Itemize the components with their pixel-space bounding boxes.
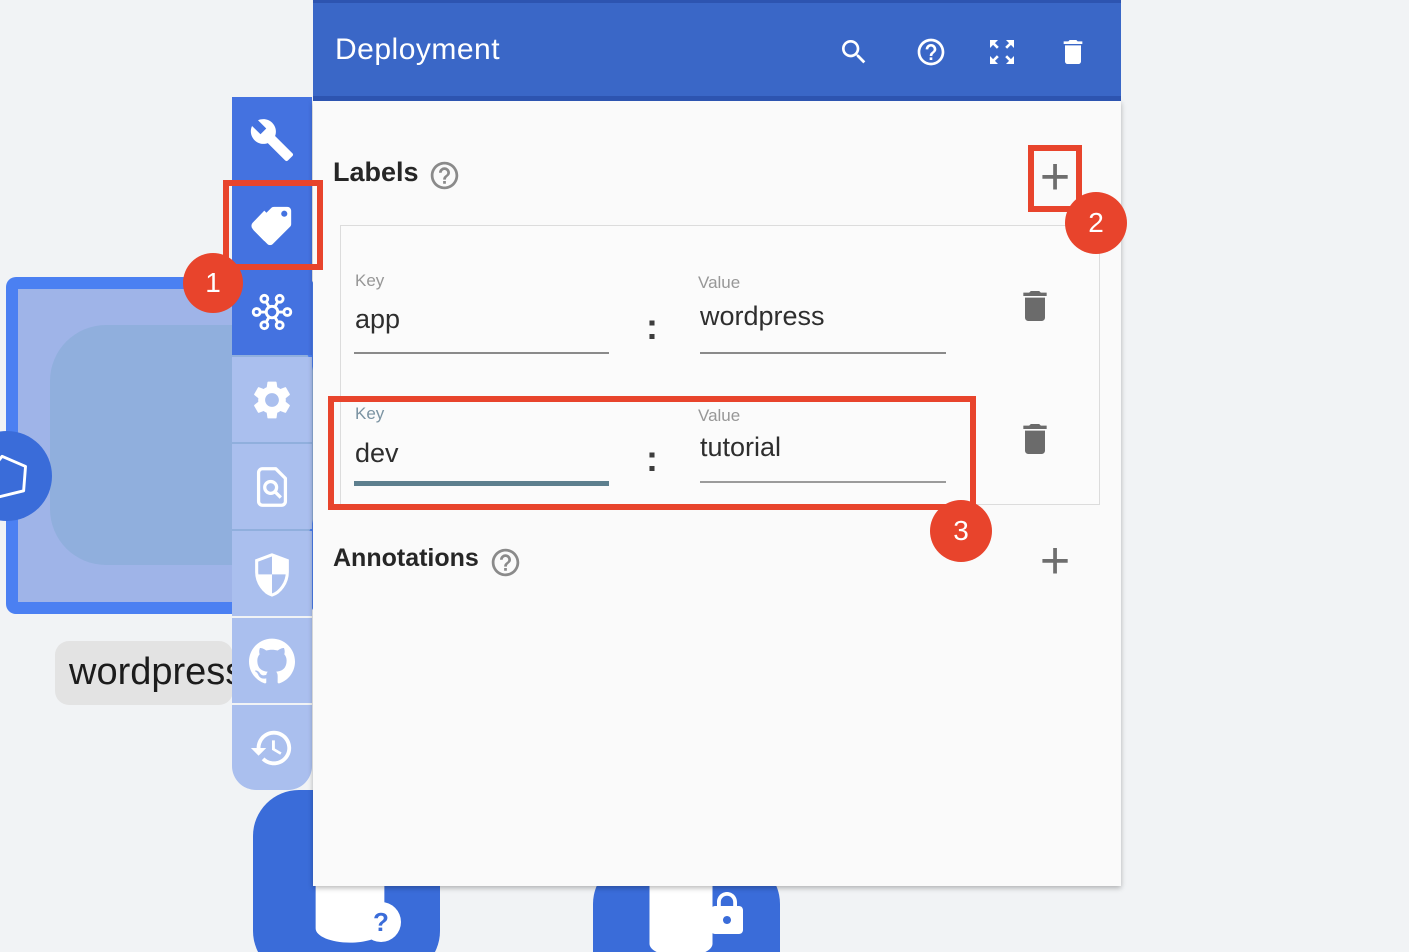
annotations-heading: Annotations — [333, 544, 479, 573]
sidebar-item-settings[interactable] — [232, 357, 312, 442]
delete-row-icon[interactable] — [1015, 419, 1055, 459]
add-annotation-button[interactable]: + — [1033, 537, 1077, 589]
labels-help-icon[interactable] — [428, 159, 461, 192]
pentagon-icon — [0, 447, 36, 505]
highlight-box-labels-tab — [223, 180, 323, 270]
sidebar-item-github[interactable] — [232, 618, 312, 703]
help-icon[interactable] — [915, 36, 947, 68]
file-search-icon — [249, 464, 295, 510]
question-badge: ? — [361, 902, 401, 942]
value-input[interactable]: wordpress — [700, 301, 825, 332]
lock-icon — [703, 890, 751, 938]
sidebar-item-inspect[interactable] — [232, 444, 312, 529]
history-icon — [249, 725, 295, 771]
separator: : — [646, 306, 658, 348]
value-field-label: Value — [698, 273, 740, 293]
callout-step-2: 2 — [1065, 192, 1127, 254]
callout-step-1: 1 — [183, 253, 243, 313]
github-icon — [249, 638, 295, 684]
panel-header: Deployment — [313, 0, 1121, 101]
delete-row-icon[interactable] — [1015, 286, 1055, 326]
highlight-box-new-row — [328, 396, 976, 510]
hub-icon — [249, 289, 295, 335]
callout-step-3: 3 — [930, 500, 992, 562]
key-underline — [354, 352, 609, 354]
gear-icon — [249, 377, 295, 423]
shield-icon — [249, 551, 295, 597]
key-field-label: Key — [355, 271, 384, 291]
sidebar-item-tools[interactable] — [232, 97, 312, 183]
search-icon[interactable] — [838, 36, 870, 68]
delete-icon[interactable] — [1057, 36, 1089, 68]
sidebar-item-network[interactable] — [232, 269, 312, 355]
key-input[interactable]: app — [355, 304, 400, 335]
wrench-icon — [249, 117, 295, 163]
value-underline — [700, 352, 946, 354]
expand-icon[interactable] — [986, 36, 1018, 68]
panel-title: Deployment — [335, 33, 500, 67]
annotations-help-icon[interactable] — [489, 546, 522, 579]
app-canvas: wordpress ? — [0, 0, 1409, 952]
labels-heading: Labels — [333, 157, 419, 188]
sidebar-item-security[interactable] — [232, 531, 312, 616]
node-label: wordpress — [55, 641, 233, 705]
sidebar-item-history[interactable] — [232, 705, 312, 790]
